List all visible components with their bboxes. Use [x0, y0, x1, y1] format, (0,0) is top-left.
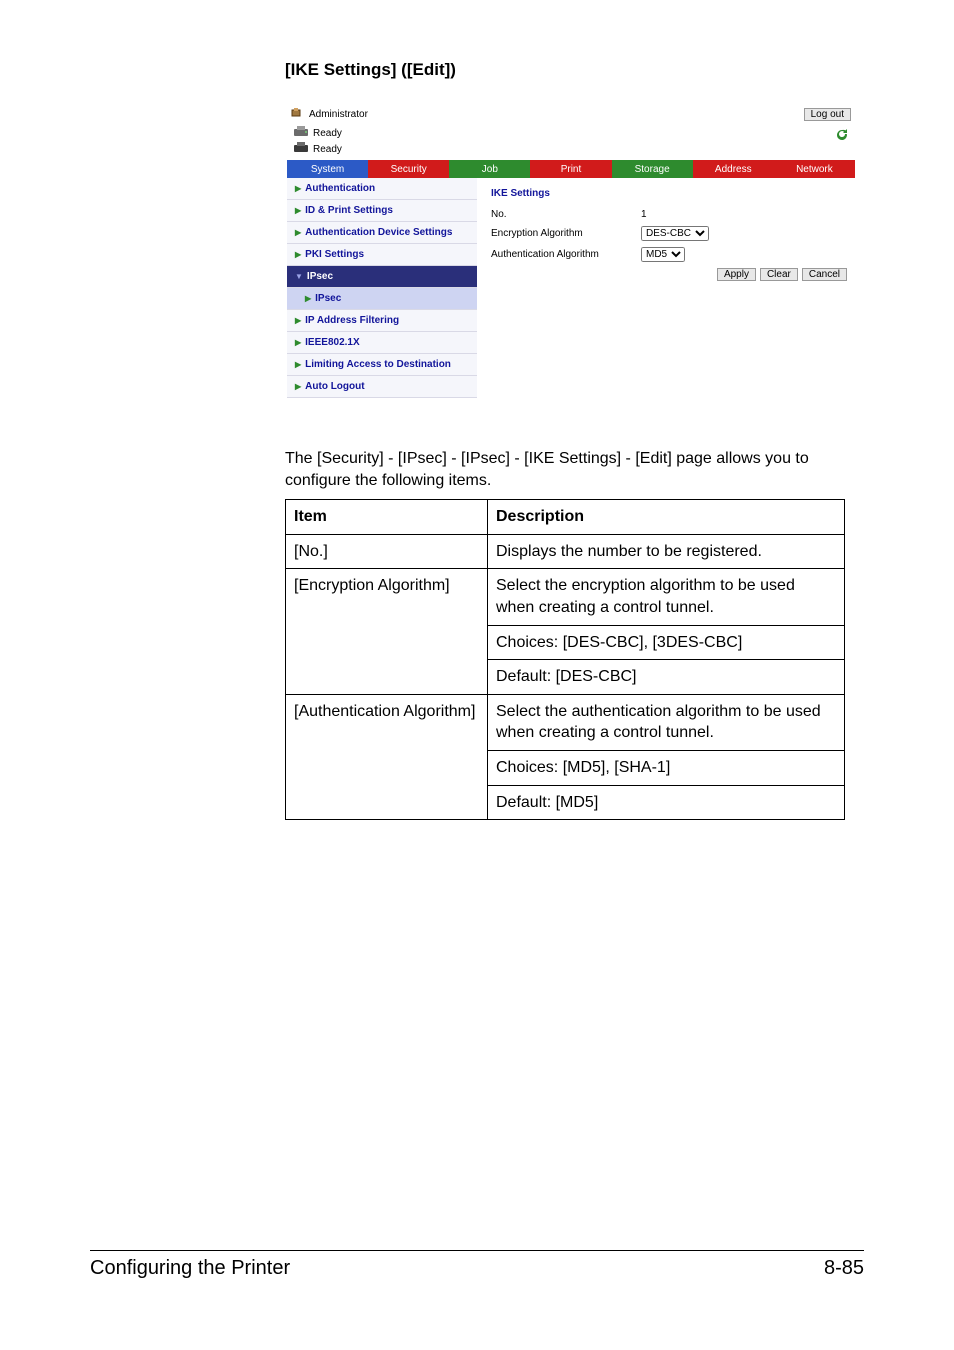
admin-label: Administrator	[291, 107, 368, 122]
sidebar-item-authentication[interactable]: ▶ Authentication	[287, 178, 477, 200]
page-title: [IKE Settings] ([Edit])	[285, 60, 864, 80]
ready-label-1: Ready	[313, 128, 342, 140]
arrow-right-icon: ▶	[295, 250, 301, 259]
no-label: No.	[491, 209, 641, 220]
encryption-select[interactable]: DES-CBC	[641, 226, 709, 241]
table-cell-item: [Encryption Algorithm]	[286, 569, 488, 694]
table-cell-desc: Default: [DES-CBC]	[488, 660, 845, 695]
tab-address[interactable]: Address	[693, 160, 774, 178]
table-cell-item: [No.]	[286, 534, 488, 569]
table-cell-desc: Select the authentication algorithm to b…	[488, 694, 845, 750]
footer-left: Configuring the Printer	[90, 1257, 290, 1280]
table-cell-desc: Displays the number to be registered.	[488, 534, 845, 569]
sidebar-item-ip-filter[interactable]: ▶ IP Address Filtering	[287, 310, 477, 332]
tab-storage[interactable]: Storage	[612, 160, 693, 178]
arrow-right-icon: ▶	[295, 228, 301, 237]
table-cell-desc: Choices: [MD5], [SHA-1]	[488, 750, 845, 785]
tab-job[interactable]: Job	[449, 160, 530, 178]
sidebar-item-ipsec-group[interactable]: ▼ IPsec	[287, 266, 477, 288]
arrow-down-icon: ▼	[295, 272, 303, 281]
tab-system[interactable]: System	[287, 160, 368, 178]
sidebar-item-auth-device[interactable]: ▶ Authentication Device Settings	[287, 222, 477, 244]
refresh-icon[interactable]	[835, 128, 849, 144]
sidebar-item-id-print[interactable]: ▶ ID & Print Settings	[287, 200, 477, 222]
table-cell-item: [Authentication Algorithm]	[286, 694, 488, 819]
table-cell-desc: Default: [MD5]	[488, 785, 845, 820]
ready-label-2: Ready	[313, 144, 342, 156]
sidebar-item-label: IPsec	[315, 293, 341, 304]
arrow-right-icon: ▶	[305, 294, 311, 303]
screenshot: Administrator Log out Ready Ready	[287, 105, 855, 398]
intro-text: The [Security] - [IPsec] - [IPsec] - [IK…	[285, 448, 845, 491]
table-cell-desc: Choices: [DES-CBC], [3DES-CBC]	[488, 625, 845, 660]
apply-button[interactable]: Apply	[717, 268, 756, 281]
sidebar-item-label: ID & Print Settings	[305, 205, 393, 216]
sidebar-item-label: PKI Settings	[305, 249, 364, 260]
logout-button[interactable]: Log out	[804, 108, 851, 121]
sidebar-item-ipsec[interactable]: ▶ IPsec	[287, 288, 477, 310]
sidebar-item-label: Auto Logout	[305, 381, 364, 392]
sidebar-item-pki[interactable]: ▶ PKI Settings	[287, 244, 477, 266]
arrow-right-icon: ▶	[295, 382, 301, 391]
th-item: Item	[286, 500, 488, 535]
main-panel: IKE Settings No. 1 Encryption Algorithm …	[477, 178, 855, 398]
tab-network[interactable]: Network	[774, 160, 855, 178]
arrow-right-icon: ▶	[295, 184, 301, 193]
section-title: IKE Settings	[491, 188, 847, 199]
sidebar-item-label: Authentication Device Settings	[305, 227, 452, 238]
auth-select[interactable]: MD5	[641, 247, 685, 262]
sidebar-item-ieee8021x[interactable]: ▶ IEEE802.1X	[287, 332, 477, 354]
printer-icon	[293, 142, 309, 158]
tab-bar: System Security Job Print Storage Addres…	[287, 160, 855, 178]
tab-print[interactable]: Print	[530, 160, 611, 178]
arrow-right-icon: ▶	[295, 338, 301, 347]
table-cell-desc: Select the encryption algorithm to be us…	[488, 569, 845, 625]
no-value: 1	[641, 209, 647, 220]
user-icon	[291, 107, 305, 122]
sidebar-item-label: IP Address Filtering	[305, 315, 399, 326]
footer-rule	[90, 1250, 864, 1251]
admin-text: Administrator	[309, 109, 368, 120]
arrow-right-icon: ▶	[295, 316, 301, 325]
sidebar-item-label: Limiting Access to Destination	[305, 359, 451, 370]
sidebar-item-label: Authentication	[305, 183, 375, 194]
settings-table: Item Description [No.] Displays the numb…	[285, 499, 845, 820]
sidebar-item-limiting[interactable]: ▶ Limiting Access to Destination	[287, 354, 477, 376]
sidebar-item-label: IPsec	[307, 271, 333, 282]
sidebar-item-auto-logout[interactable]: ▶ Auto Logout	[287, 376, 477, 398]
sidebar: ▶ Authentication ▶ ID & Print Settings ▶ Au…	[287, 178, 477, 398]
cancel-button[interactable]: Cancel	[802, 268, 847, 281]
auth-label: Authentication Algorithm	[491, 249, 641, 260]
tab-security[interactable]: Security	[368, 160, 449, 178]
th-desc: Description	[488, 500, 845, 535]
clear-button[interactable]: Clear	[760, 268, 798, 281]
printer-icon	[293, 126, 309, 142]
arrow-right-icon: ▶	[295, 206, 301, 215]
encryption-label: Encryption Algorithm	[491, 228, 641, 239]
footer-right: 8-85	[824, 1257, 864, 1280]
sidebar-item-label: IEEE802.1X	[305, 337, 359, 348]
arrow-right-icon: ▶	[295, 360, 301, 369]
